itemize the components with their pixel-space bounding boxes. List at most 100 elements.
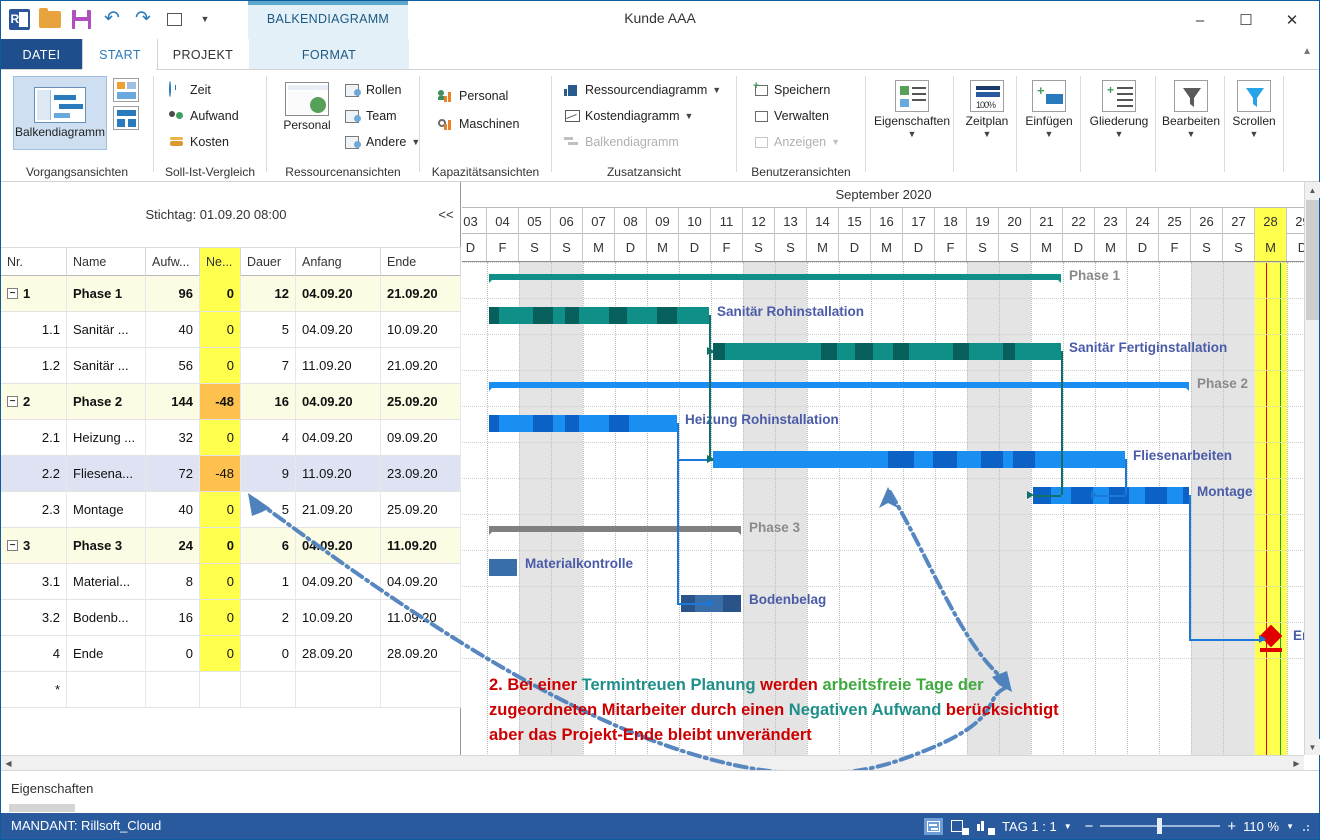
table-cell-1[interactable]: Sanitär ... xyxy=(67,348,146,383)
zeitplan-button[interactable]: 100% Zeitplan ▼ xyxy=(958,80,1016,139)
rollen-button[interactable]: Rollen xyxy=(345,82,401,97)
personal-button[interactable]: Personal xyxy=(275,82,339,132)
einfuegen-button[interactable]: + Einfügen ▼ xyxy=(1018,80,1080,139)
table-cell-0[interactable]: 3.1 xyxy=(1,564,67,599)
table-cell-5[interactable]: 04.09.20 xyxy=(296,276,381,311)
table-cell-2[interactable]: 56 xyxy=(146,348,200,383)
chevron-down-icon[interactable]: ▼ xyxy=(685,111,694,121)
table-cell-3[interactable]: 0 xyxy=(200,276,241,311)
table-row[interactable]: 3.2 Bodenb... 16 0 2 10.09.20 11.09.20 xyxy=(1,600,461,636)
resize-grip-icon[interactable] xyxy=(1301,821,1311,831)
ribbon-collapse-icon[interactable]: ▲ xyxy=(1302,46,1312,57)
table-cell-2[interactable]: 0 xyxy=(146,636,200,671)
eigenschaften-button[interactable]: Eigenschaften ▼ xyxy=(873,80,951,139)
table-cell-5[interactable]: 28.09.20 xyxy=(296,636,381,671)
table-cell-4[interactable]: 2 xyxy=(241,600,296,635)
table-cell-1[interactable]: Phase 1 xyxy=(67,276,146,311)
table-header-5[interactable]: Anfang xyxy=(296,248,381,276)
table-cell-6[interactable]: 09.09.20 xyxy=(381,420,461,455)
tab-format[interactable]: FORMAT xyxy=(249,39,409,70)
table-row[interactable]: 2.1 Heizung ... 32 0 4 04.09.20 09.09.20 xyxy=(1,420,461,456)
table-cell-1[interactable]: Phase 3 xyxy=(67,528,146,563)
table-header-1[interactable]: Name xyxy=(67,248,146,276)
zoom-in-button[interactable]: + xyxy=(1227,818,1236,835)
gantt-task-bar[interactable] xyxy=(713,451,1125,468)
table-cell-1[interactable]: Sanitär ... xyxy=(67,312,146,347)
table-row[interactable]: * xyxy=(1,672,461,708)
maximize-button[interactable]: ☐ xyxy=(1223,5,1269,35)
table-cell-0[interactable]: 4 xyxy=(1,636,67,671)
table-header-2[interactable]: Aufw... xyxy=(146,248,200,276)
zoom-slider-thumb[interactable] xyxy=(1157,818,1163,834)
bearbeiten-button[interactable]: Bearbeiten ▼ xyxy=(1158,80,1224,139)
table-cell-6[interactable]: 04.09.20 xyxy=(381,564,461,599)
properties-bar-label[interactable]: Eigenschaften xyxy=(11,781,93,796)
table-cell-3[interactable]: 0 xyxy=(200,420,241,455)
table-cell-0[interactable]: −2 xyxy=(1,384,67,419)
table-cell-2[interactable]: 72 xyxy=(146,456,200,491)
table-cell-6[interactable]: 23.09.20 xyxy=(381,456,461,491)
table-cell-2[interactable]: 144 xyxy=(146,384,200,419)
scale-dropdown-icon[interactable]: ▼ xyxy=(1064,822,1072,831)
table-cell-1[interactable]: Material... xyxy=(67,564,146,599)
scrollen-button[interactable]: Scrollen ▼ xyxy=(1225,80,1283,139)
close-button[interactable]: ✕ xyxy=(1269,5,1315,35)
table-cell-2[interactable]: 40 xyxy=(146,492,200,527)
table-cell-6[interactable]: 21.09.20 xyxy=(381,348,461,383)
scroll-right-icon[interactable]: ▶ xyxy=(1289,756,1304,771)
table-cell-2[interactable]: 96 xyxy=(146,276,200,311)
table-cell-3[interactable]: 0 xyxy=(200,348,241,383)
view-tile-1-icon[interactable] xyxy=(113,78,139,102)
table-cell-2[interactable] xyxy=(146,672,200,707)
table-cell-1[interactable]: Montage xyxy=(67,492,146,527)
gantt-summary-bar[interactable] xyxy=(489,526,741,532)
table-header-4[interactable]: Dauer xyxy=(241,248,296,276)
table-cell-1[interactable]: Phase 2 xyxy=(67,384,146,419)
kosten-button[interactable]: Kosten xyxy=(169,134,229,149)
scroll-up-icon[interactable]: ▲ xyxy=(1305,182,1320,198)
table-cell-2[interactable]: 16 xyxy=(146,600,200,635)
gantt-summary-bar[interactable] xyxy=(489,382,1189,388)
table-cell-5[interactable]: 04.09.20 xyxy=(296,312,381,347)
table-row[interactable]: 1.2 Sanitär ... 56 0 7 11.09.20 21.09.20 xyxy=(1,348,461,384)
andere-button[interactable]: Andere ▼ xyxy=(345,134,420,149)
table-cell-0[interactable]: −1 xyxy=(1,276,67,311)
table-cell-2[interactable]: 40 xyxy=(146,312,200,347)
table-cell-1[interactable]: Bodenb... xyxy=(67,600,146,635)
verwalten-button[interactable]: Verwalten xyxy=(753,108,829,123)
table-cell-0[interactable]: 1.2 xyxy=(1,348,67,383)
table-cell-4[interactable]: 16 xyxy=(241,384,296,419)
table-header-0[interactable]: Nr. xyxy=(1,248,67,276)
team-button[interactable]: Team xyxy=(345,108,397,123)
table-cell-3[interactable]: 0 xyxy=(200,528,241,563)
collapse-pane-button[interactable]: << xyxy=(431,182,461,248)
gantt-task-bar[interactable] xyxy=(489,415,677,432)
vertical-scrollbar[interactable]: ▲ ▼ xyxy=(1304,182,1320,755)
table-cell-5[interactable]: 10.09.20 xyxy=(296,600,381,635)
table-cell-3[interactable]: -48 xyxy=(200,384,241,419)
table-cell-3[interactable]: 0 xyxy=(200,564,241,599)
table-cell-4[interactable]: 0 xyxy=(241,636,296,671)
table-cell-2[interactable]: 32 xyxy=(146,420,200,455)
table-cell-4[interactable]: 9 xyxy=(241,456,296,491)
table-cell-3[interactable]: 0 xyxy=(200,600,241,635)
tab-start[interactable]: START xyxy=(82,39,158,70)
table-header-6[interactable]: Ende xyxy=(381,248,461,276)
table-cell-0[interactable]: 2.3 xyxy=(1,492,67,527)
table-cell-2[interactable]: 24 xyxy=(146,528,200,563)
table-cell-4[interactable]: 6 xyxy=(241,528,296,563)
table-cell-4[interactable]: 12 xyxy=(241,276,296,311)
kap-maschinen-button[interactable]: Maschinen xyxy=(438,116,519,131)
table-cell-0[interactable]: 1.1 xyxy=(1,312,67,347)
table-cell-3[interactable]: 0 xyxy=(200,312,241,347)
table-row[interactable]: 4 Ende 0 0 0 28.09.20 28.09.20 xyxy=(1,636,461,672)
table-row[interactable]: 1.1 Sanitär ... 40 0 5 04.09.20 10.09.20 xyxy=(1,312,461,348)
gantt-task-bar[interactable] xyxy=(489,559,517,576)
table-cell-5[interactable] xyxy=(296,672,381,707)
table-cell-0[interactable]: 3.2 xyxy=(1,600,67,635)
table-cell-4[interactable]: 5 xyxy=(241,492,296,527)
table-cell-5[interactable]: 04.09.20 xyxy=(296,420,381,455)
speichern-button[interactable]: + Speichern xyxy=(753,81,830,97)
chevron-down-icon[interactable]: ▼ xyxy=(712,85,721,95)
gliederung-button[interactable]: + Gliederung ▼ xyxy=(1083,80,1155,139)
